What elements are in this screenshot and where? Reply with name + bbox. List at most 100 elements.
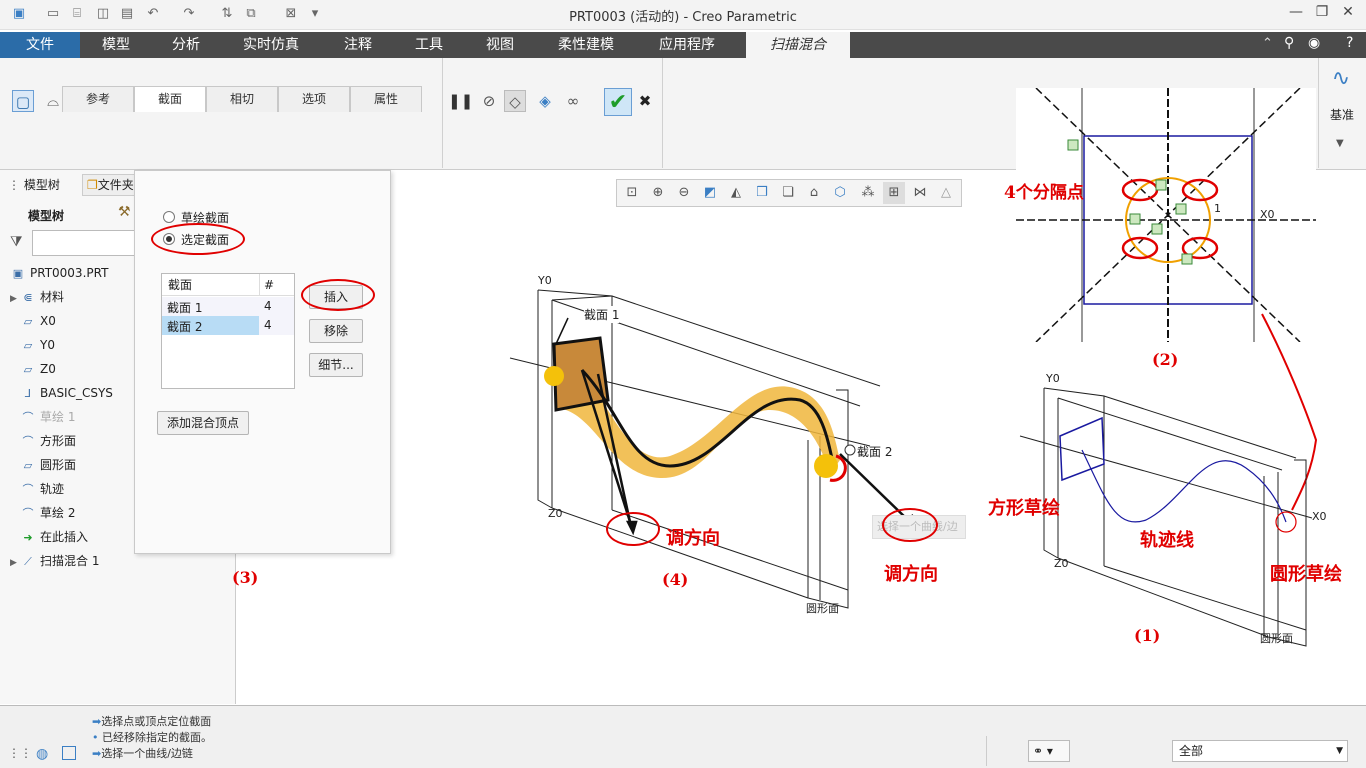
view-manager-icon[interactable]: ❏	[777, 182, 799, 204]
add-blend-vertex-button[interactable]: 添加混合顶点	[157, 411, 249, 435]
zoom-in-icon[interactable]: ⊕	[647, 182, 669, 204]
circle-face-label: 圆形面	[806, 602, 839, 615]
saved-views-icon[interactable]: ❒	[751, 182, 773, 204]
menu-bar: 文件 模型 分析 实时仿真 注释 工具 视图 柔性建模 应用程序 扫描混合 ⌃ …	[0, 32, 1366, 58]
tab-tools[interactable]: 工具	[394, 32, 464, 58]
tab-tangency[interactable]: 相切	[206, 86, 278, 112]
tree-item[interactable]: ▱ 圆形面	[10, 454, 76, 476]
part-icon: ▣	[12, 267, 24, 280]
tree-item-label: 在此插入	[40, 530, 89, 544]
tree-item[interactable]: ▶ ⋐ 材料	[10, 286, 64, 308]
camera-icon[interactable]: ⌂	[803, 182, 825, 204]
tree-icon: ⋮	[8, 178, 24, 192]
tab-model-tree[interactable]: ⋮ 模型树	[8, 176, 60, 193]
minimize-icon[interactable]: —	[1284, 4, 1308, 24]
tab-annotate[interactable]: 注释	[322, 32, 394, 58]
tab-sweep-blend[interactable]: 扫描混合	[746, 32, 850, 58]
sketch-icon: ⌒	[22, 435, 34, 448]
sections-table: 截面 # 截面 1 4 截面 2 4	[161, 273, 295, 389]
tab-references[interactable]: 参考	[62, 86, 134, 112]
ribbon-divider	[1318, 58, 1319, 168]
surface-icon[interactable]: ⌓	[42, 90, 64, 112]
refit-icon[interactable]: ⊡	[621, 182, 643, 204]
tree-filter-input[interactable]	[32, 230, 136, 256]
help-globe-icon[interactable]: ◉	[1308, 35, 1320, 51]
pause-icon[interactable]: ❚❚	[448, 90, 473, 112]
browser-icon[interactable]: ◍	[36, 746, 48, 762]
tab-options[interactable]: 选项	[278, 86, 350, 112]
preview-feature-icon[interactable]: ◈	[534, 90, 556, 112]
maximize-icon[interactable]: ❐	[1310, 4, 1334, 24]
tab-properties[interactable]: 属性	[350, 86, 422, 112]
inset-label-one: 1	[1214, 202, 1221, 215]
details-button[interactable]: 细节...	[309, 353, 363, 377]
help-icon[interactable]: ?	[1346, 35, 1353, 51]
tree-item-label: 圆形面	[40, 458, 77, 472]
full-screen-icon[interactable]	[62, 746, 76, 760]
solid-icon[interactable]: ▢	[12, 90, 34, 112]
sidebar-toggle-icon[interactable]: ⋮⋮	[8, 746, 32, 764]
chevron-down-icon: ▼	[1336, 746, 1343, 756]
folder-icon: ❐	[87, 178, 98, 192]
tab-applications[interactable]: 应用程序	[636, 32, 738, 58]
tab-folder-browser[interactable]: ❐文件夹	[82, 174, 136, 196]
datum-display-icon[interactable]: ⁂	[857, 182, 879, 204]
close-icon[interactable]: ✕	[1336, 4, 1360, 24]
spin-center-icon[interactable]: ⋈	[909, 182, 931, 204]
filter-display-icon[interactable]: △	[935, 182, 957, 204]
tab-view[interactable]: 视图	[464, 32, 536, 58]
tree-item[interactable]: ⅃ BASIC_CSYS	[10, 382, 113, 404]
expand-arrow-icon[interactable]: ▶	[10, 288, 20, 310]
confirm-icon[interactable]: ✔	[604, 88, 632, 116]
tab-flexible[interactable]: 柔性建模	[536, 32, 636, 58]
status-message: • 已经移除指定的截面。	[92, 731, 212, 744]
section1-label: 截面 1	[584, 306, 620, 323]
tree-item[interactable]: ▶ ⟋ 扫描混合 1	[10, 550, 99, 572]
tree-item[interactable]: ⌒ 草绘 2	[10, 502, 76, 524]
tab-simulation[interactable]: 实时仿真	[220, 32, 322, 58]
filter-icon[interactable]: ⧩	[10, 234, 23, 250]
tree-item-label: 方形面	[40, 434, 77, 448]
cancel-icon[interactable]: ✖	[634, 90, 656, 112]
tree-item[interactable]: ⌒ 方形面	[10, 430, 77, 452]
remove-button[interactable]: 移除	[309, 319, 363, 343]
datum-icon[interactable]: ∿	[1326, 66, 1356, 94]
selection-filter-select[interactable]: 全部 ▼	[1172, 740, 1348, 762]
tab-file[interactable]: 文件	[0, 32, 80, 58]
display-style-icon[interactable]: ◭	[725, 182, 747, 204]
collapse-icon[interactable]: ⌃	[1262, 36, 1273, 51]
tab-analysis[interactable]: 分析	[152, 32, 220, 58]
tree-item[interactable]: ▱ Y0	[10, 334, 55, 356]
repaint-icon[interactable]: ◩	[699, 182, 721, 204]
tree-item[interactable]: ▱ X0	[10, 310, 56, 332]
tree-item[interactable]: ➜ 在此插入	[10, 526, 88, 548]
ribbon-divider	[662, 58, 663, 168]
verify-icon[interactable]: ∞	[562, 90, 584, 112]
sketch-icon: ⌒	[22, 507, 34, 520]
section2-label: 截面 2	[857, 445, 893, 459]
hammer-icon[interactable]: ⚒	[118, 204, 131, 220]
table-row-selected[interactable]: 截面 2 4	[162, 316, 294, 335]
status-message: ➡选择一个曲线/边链	[92, 747, 193, 760]
find-binoculars-icon[interactable]: ⚭ ▾	[1028, 740, 1070, 762]
table-row[interactable]: 截面 1 4	[162, 297, 294, 316]
tab-sections[interactable]: 截面	[134, 86, 206, 112]
tree-item[interactable]: ▱ Z0	[10, 358, 56, 380]
annotation-display-icon[interactable]: ⊞	[883, 182, 905, 204]
zoom-out-icon[interactable]: ⊖	[673, 182, 695, 204]
expand-arrow-icon[interactable]: ▶	[10, 552, 20, 574]
tree-item[interactable]: ⌒ 草绘 1	[10, 406, 76, 428]
datum-label[interactable]: 基准	[1322, 106, 1362, 123]
no-preview-icon[interactable]: ⊘	[478, 90, 500, 112]
sketch-icon: ⌒	[22, 411, 34, 424]
tree-item[interactable]: ⌒ 轨迹	[10, 478, 65, 500]
radio-sketch-section[interactable]	[163, 211, 175, 223]
preview-geometry-icon[interactable]: ◇	[504, 90, 526, 112]
tab-model[interactable]: 模型	[80, 32, 152, 58]
tree-item[interactable]: ▣ PRT0003.PRT	[10, 262, 109, 284]
ribbon-divider	[442, 58, 443, 168]
chevron-down-icon[interactable]: ▼	[1336, 138, 1344, 149]
tree-item-label: PRT0003.PRT	[30, 266, 109, 280]
perspective-icon[interactable]: ⬡	[829, 182, 851, 204]
search-icon[interactable]: ⚲	[1284, 35, 1294, 51]
